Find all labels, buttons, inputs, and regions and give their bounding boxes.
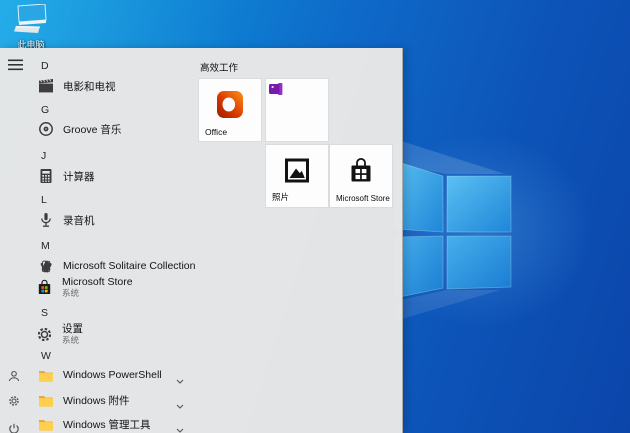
windows-desktop: 此电脑 bbox=[0, 0, 630, 433]
office-logo-icon bbox=[215, 89, 245, 124]
start-menu: D 电影和电视 G Groove 音乐 J bbox=[0, 48, 403, 433]
app-item-voice-recorder[interactable]: 录音机 bbox=[32, 211, 196, 229]
chevron-down-icon[interactable] bbox=[176, 371, 184, 389]
tile-microsoft-store[interactable]: Microsoft Store bbox=[330, 145, 392, 207]
section-letter-d[interactable]: D bbox=[41, 59, 49, 73]
tile-group-label[interactable]: 高效工作 bbox=[200, 60, 238, 74]
folder-icon bbox=[37, 367, 54, 384]
app-item-label: Windows 管理工具 bbox=[63, 417, 151, 432]
app-item-label: 录音机 bbox=[63, 213, 95, 228]
hamburger-icon bbox=[8, 59, 24, 71]
hamburger-menu-button[interactable] bbox=[8, 58, 26, 74]
app-item-settings[interactable]: 设置 系统 bbox=[32, 323, 196, 346]
app-item-solitaire[interactable]: Microsoft Solitaire Collection bbox=[32, 257, 196, 275]
app-item-label: Windows PowerShell bbox=[63, 369, 162, 381]
app-item-sublabel: 系统 bbox=[62, 288, 133, 298]
folder-icon bbox=[37, 416, 54, 433]
wallpaper-light-beam bbox=[0, 0, 410, 48]
gear-icon bbox=[36, 326, 54, 344]
power-icon bbox=[8, 423, 20, 433]
user-icon bbox=[8, 370, 20, 382]
app-item-movies-tv[interactable]: 电影和电视 bbox=[32, 77, 196, 95]
section-letter-s[interactable]: S bbox=[41, 306, 48, 320]
app-item-label: Groove 音乐 bbox=[63, 122, 121, 137]
section-letter-w[interactable]: W bbox=[41, 349, 51, 363]
app-item-label: Microsoft Solitaire Collection bbox=[63, 260, 195, 272]
calculator-icon bbox=[37, 168, 54, 185]
onenote-icon bbox=[269, 82, 283, 100]
tile-label: Microsoft Store bbox=[336, 194, 390, 203]
app-item-windows-admin-tools[interactable]: Windows 管理工具 bbox=[32, 415, 202, 433]
tile-onenote[interactable] bbox=[266, 79, 328, 141]
app-item-windows-powershell[interactable]: Windows PowerShell bbox=[32, 366, 202, 384]
app-item-calculator[interactable]: 计算器 bbox=[32, 167, 196, 185]
app-item-microsoft-store[interactable]: Microsoft Store 系统 bbox=[32, 276, 196, 299]
desktop-icon-this-pc[interactable]: 此电脑 bbox=[5, 4, 57, 50]
store-bag-icon bbox=[348, 156, 374, 189]
tile-label: Office bbox=[205, 127, 227, 137]
tile-office[interactable]: Office bbox=[199, 79, 261, 141]
section-letter-g[interactable]: G bbox=[41, 103, 49, 117]
tile-label: 照片 bbox=[272, 191, 289, 203]
section-letter-m[interactable]: M bbox=[41, 239, 50, 253]
chevron-down-icon[interactable] bbox=[176, 396, 184, 414]
voice-recorder-icon bbox=[37, 212, 54, 229]
windows-logo-wallpaper bbox=[395, 125, 515, 325]
computer-icon bbox=[14, 4, 48, 34]
photos-icon bbox=[284, 157, 310, 188]
app-item-label: 设置 bbox=[62, 324, 83, 334]
app-item-label: 电影和电视 bbox=[63, 79, 116, 94]
solitaire-icon bbox=[37, 258, 54, 275]
gear-icon bbox=[8, 395, 20, 407]
app-item-windows-accessories[interactable]: Windows 附件 bbox=[32, 391, 202, 409]
app-item-label: 计算器 bbox=[63, 169, 95, 184]
app-item-label: Windows 附件 bbox=[63, 393, 130, 408]
app-item-groove-music[interactable]: Groove 音乐 bbox=[32, 120, 196, 138]
section-letter-j[interactable]: J bbox=[41, 149, 46, 163]
user-account-button[interactable] bbox=[8, 369, 26, 385]
chevron-down-icon[interactable] bbox=[176, 420, 184, 433]
folder-icon bbox=[37, 392, 54, 409]
section-letter-l[interactable]: L bbox=[41, 193, 47, 207]
movies-tv-icon bbox=[37, 78, 54, 95]
groove-music-icon bbox=[37, 121, 54, 138]
app-item-label: Microsoft Store bbox=[62, 277, 133, 287]
tile-photos[interactable]: 照片 bbox=[266, 145, 328, 207]
store-bag-icon bbox=[36, 279, 54, 297]
app-item-sublabel: 系统 bbox=[62, 335, 83, 345]
power-button[interactable] bbox=[8, 422, 26, 433]
settings-rail-button[interactable] bbox=[8, 394, 26, 410]
